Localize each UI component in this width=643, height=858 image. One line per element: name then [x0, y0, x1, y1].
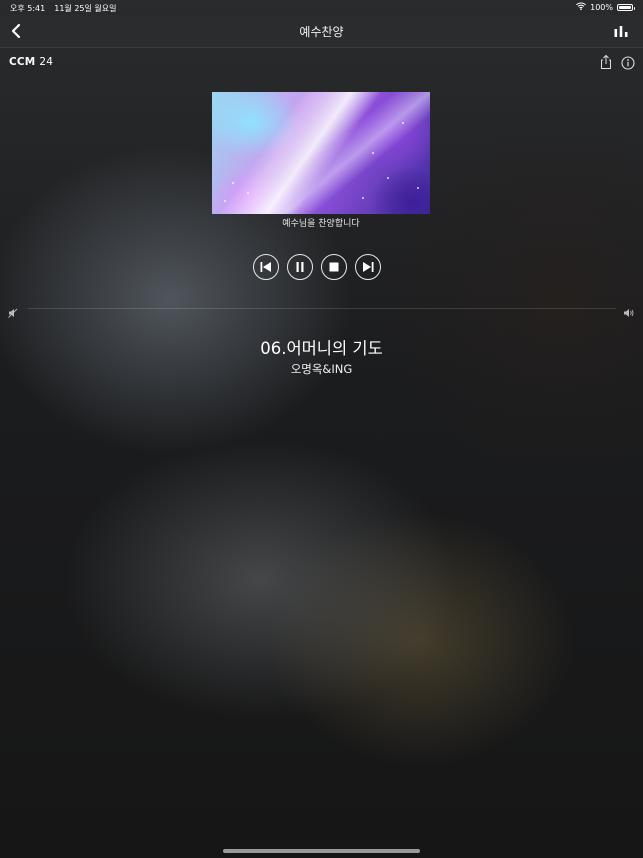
volume-high-icon[interactable]: [623, 303, 635, 317]
navigation-bar: 예수찬양: [0, 15, 643, 48]
volume-slider[interactable]: [28, 308, 616, 309]
next-icon: [363, 262, 374, 272]
pause-icon: [296, 262, 304, 272]
status-bar: 오후 5:41 11월 25일 월요일 100%: [0, 0, 643, 15]
album-art-image: [212, 92, 430, 214]
logo-number: 24: [39, 56, 54, 68]
share-icon: [601, 54, 611, 69]
battery-percent: 100%: [590, 2, 613, 12]
wifi-icon: [576, 2, 587, 12]
album-caption: 예수님을 찬양합니다: [282, 219, 360, 229]
song-artist: 오명옥&ING: [290, 362, 353, 376]
pause-button[interactable]: [287, 254, 313, 280]
home-indicator[interactable]: [223, 849, 420, 853]
playback-controls: [253, 254, 381, 280]
volume-mute-icon[interactable]: [8, 303, 18, 318]
ccm24-logo: CCM 24: [9, 56, 53, 68]
previous-button[interactable]: [253, 254, 279, 280]
status-left: 오후 5:41 11월 25일 월요일: [10, 3, 116, 14]
chart-button[interactable]: [613, 23, 629, 39]
stop-button[interactable]: [321, 254, 347, 280]
song-title: 06.어머니의 기도: [260, 339, 383, 358]
logo-text: CCM: [9, 56, 36, 68]
next-button[interactable]: [355, 254, 381, 280]
info-icon: [621, 56, 635, 70]
status-time: 오후 5:41: [10, 4, 46, 13]
info-button[interactable]: [621, 55, 635, 70]
stop-icon: [329, 262, 339, 272]
share-button[interactable]: [599, 54, 613, 70]
battery-icon: [617, 3, 635, 11]
status-right: 100%: [576, 2, 635, 12]
bar-chart-icon: [614, 26, 628, 37]
previous-icon: [260, 262, 271, 272]
page-title: 예수찬양: [299, 25, 344, 39]
status-date: 11월 25일 월요일: [54, 4, 117, 13]
